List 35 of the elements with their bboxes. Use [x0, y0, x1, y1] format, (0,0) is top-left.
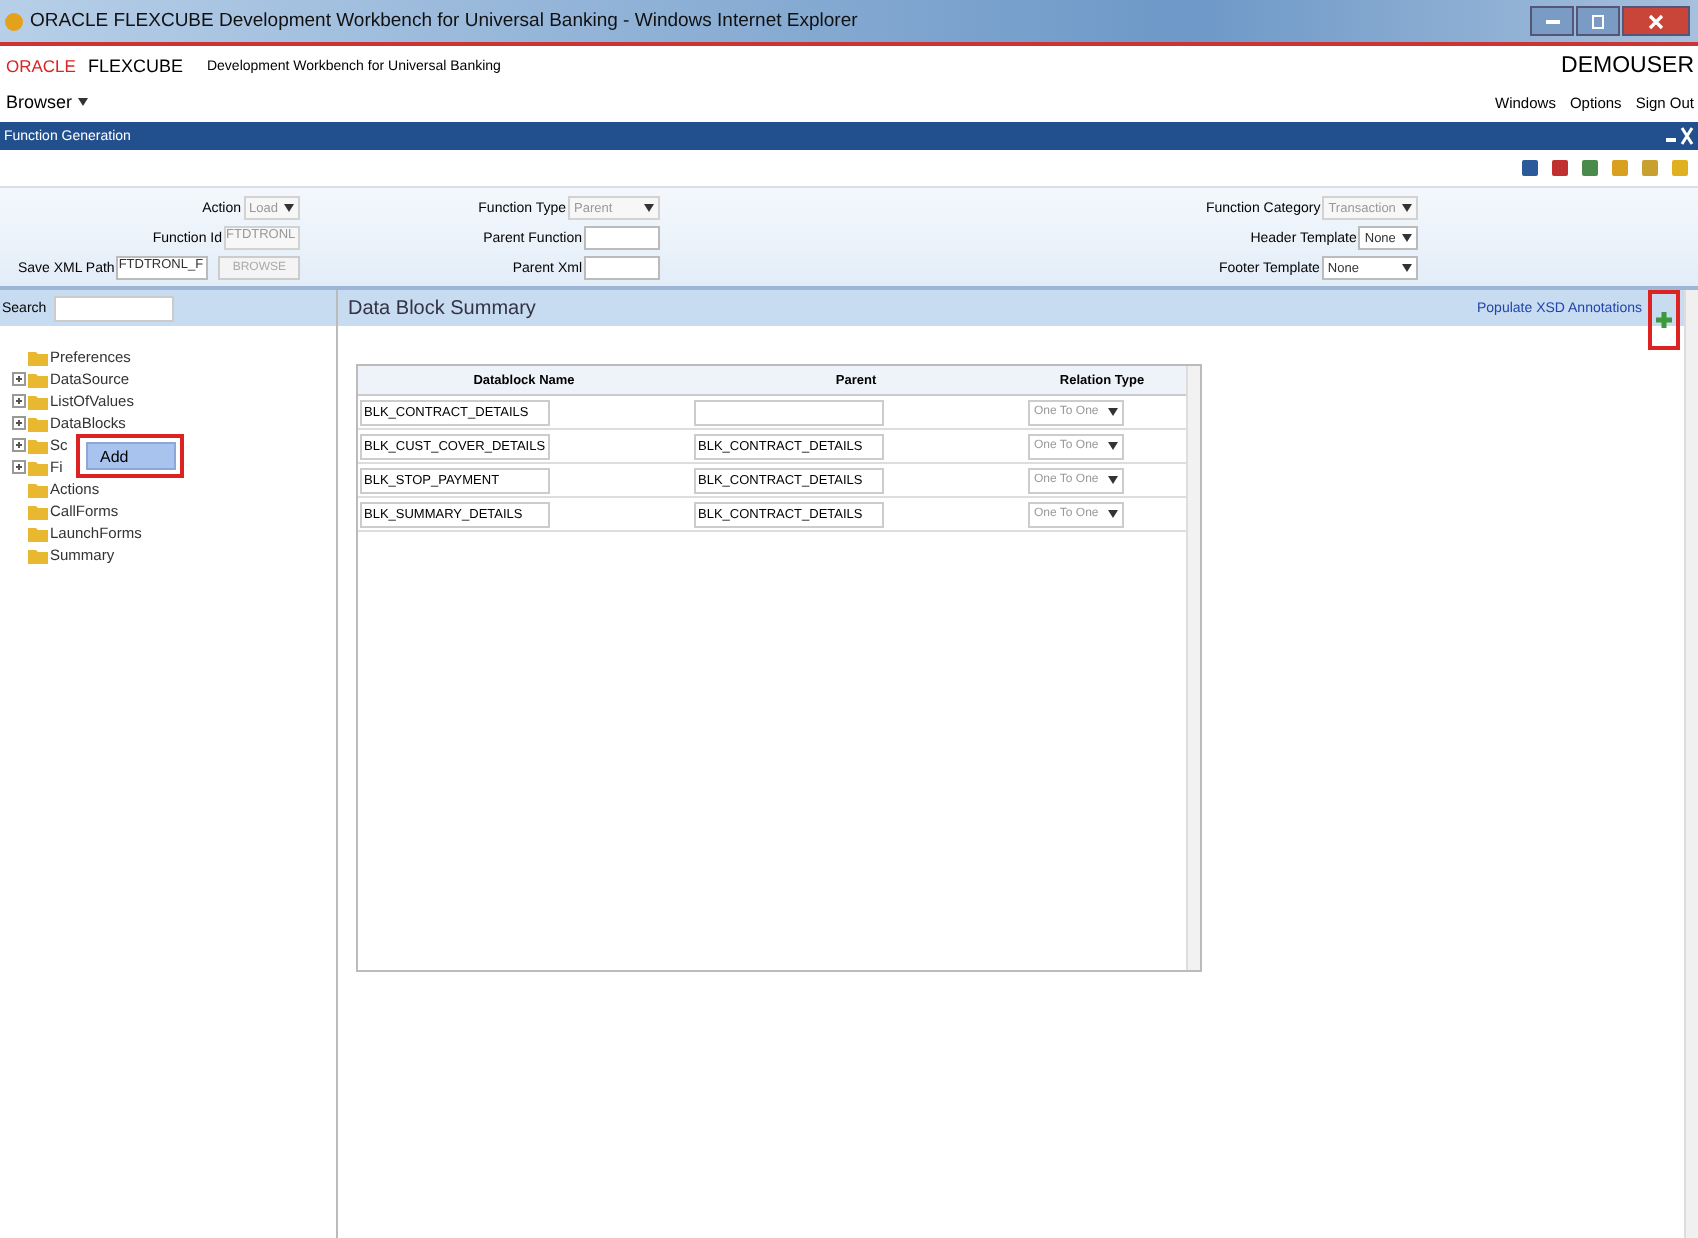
user-name: DEMOUSER — [1561, 54, 1694, 78]
maximize-button[interactable] — [1576, 6, 1620, 36]
search-field[interactable] — [54, 295, 175, 321]
input-field[interactable] — [584, 226, 660, 250]
caret-icon — [1108, 442, 1118, 450]
window-title: ORACLE FLEXCUBE Development Workbench for Universal Banking - Windows Internet Explorer — [30, 10, 858, 32]
maximize-icon — [1590, 13, 1606, 29]
add-icon[interactable] — [1654, 310, 1674, 330]
caret-icon — [1108, 476, 1118, 484]
caret-icon — [1108, 510, 1118, 518]
caret-icon — [1401, 264, 1412, 272]
browser-menu[interactable]: Browser — [6, 92, 89, 112]
caret-icon — [1401, 234, 1412, 242]
minimize-button[interactable] — [1530, 6, 1574, 36]
caret-icon — [78, 98, 89, 106]
browser-icon — [4, 11, 24, 31]
expand-icon[interactable] — [12, 372, 26, 386]
close-icon — [1648, 13, 1664, 29]
expand-icon[interactable] — [12, 394, 26, 408]
close-button[interactable] — [1622, 6, 1690, 36]
scrollbar[interactable] — [1186, 366, 1200, 970]
expand-icon[interactable] — [12, 416, 26, 430]
caret-icon — [1108, 408, 1118, 416]
brand-logo: ORACLE — [6, 56, 76, 76]
caret-icon — [644, 204, 654, 212]
product-name: FLEXCUBE — [87, 56, 183, 76]
input-field[interactable] — [584, 256, 660, 280]
scrollbar[interactable] — [1684, 290, 1698, 1238]
expand-icon[interactable] — [12, 438, 26, 452]
input-field[interactable] — [694, 399, 884, 425]
section-title: Data Block Summary — [348, 297, 536, 319]
expand-icon[interactable] — [12, 460, 26, 474]
menu-item[interactable]: Add — [86, 442, 176, 470]
caret-icon — [284, 204, 294, 212]
caret-icon — [1401, 204, 1412, 212]
